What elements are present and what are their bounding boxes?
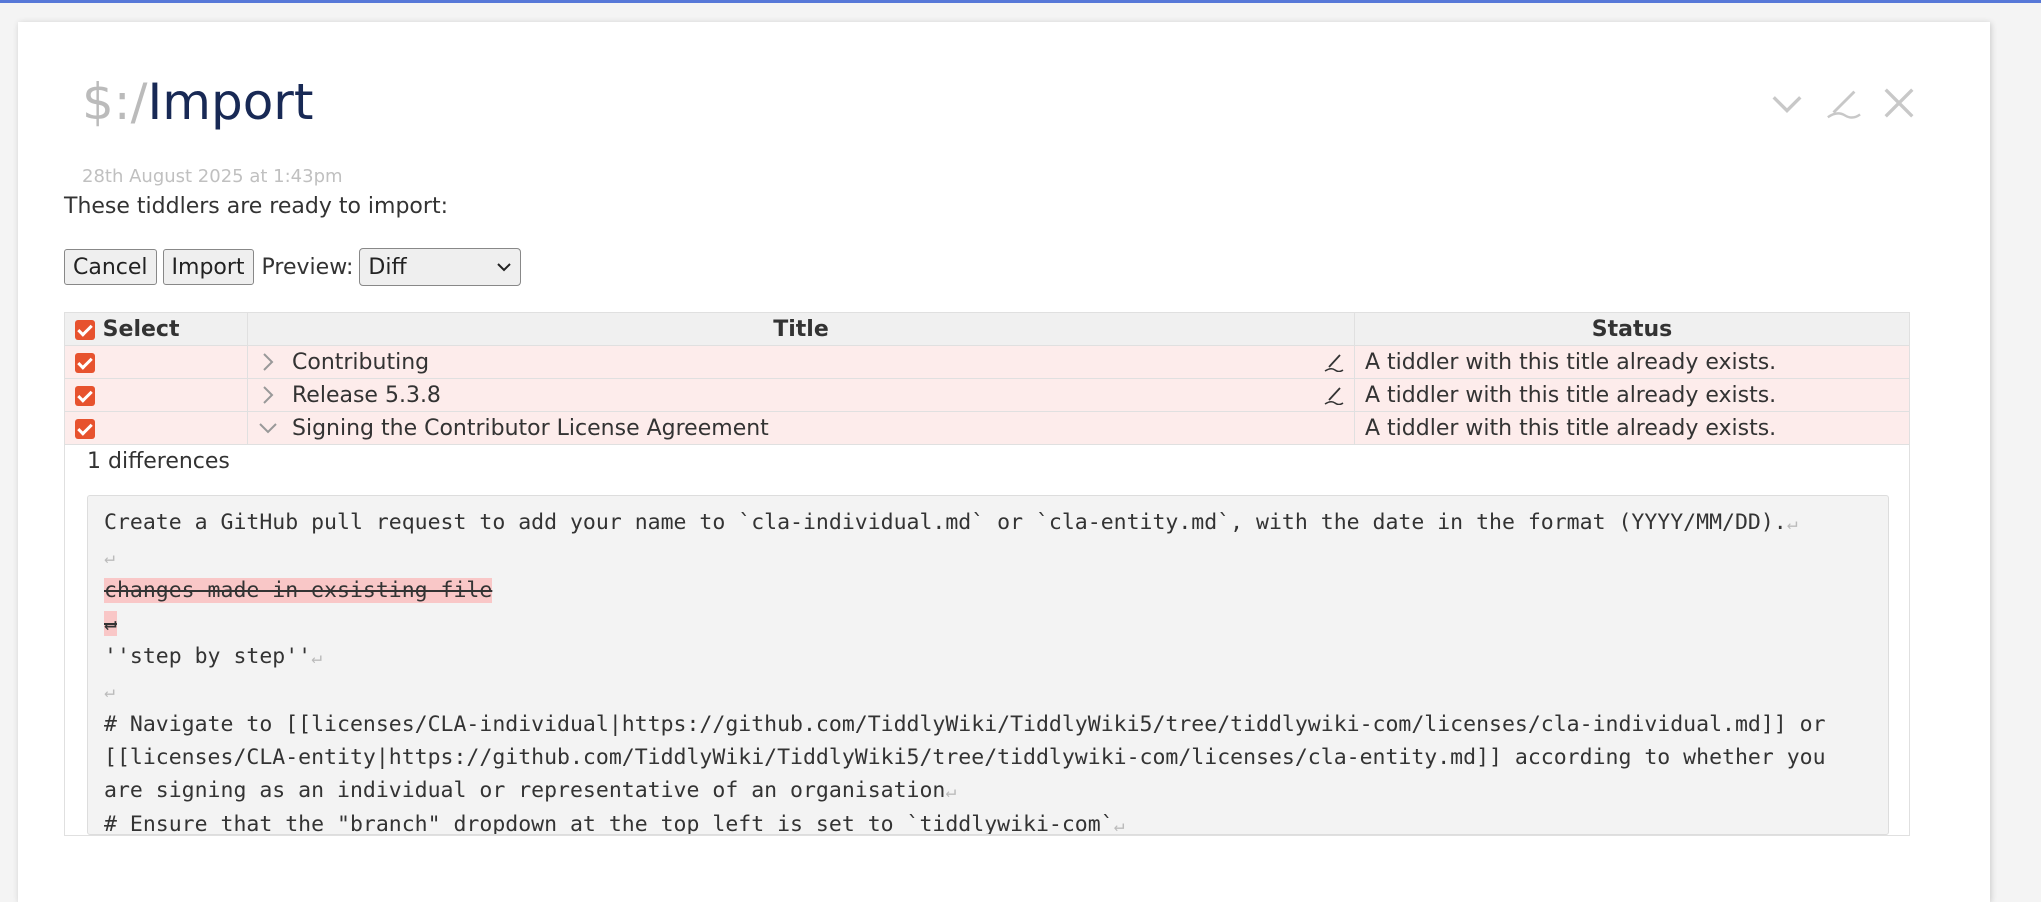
tiddler-subtitle: 28th August 2025 at 1:43pm: [82, 166, 343, 187]
diff-text: Create a GitHub pull request to add your…: [104, 510, 1787, 535]
diff-text: ''step by step'': [104, 644, 312, 669]
select-cell: [64, 345, 248, 379]
title-prefix: $:/: [82, 73, 148, 131]
status-cell: A tiddler with this title already exists…: [1354, 345, 1910, 379]
chevron-down-icon[interactable]: [258, 418, 278, 438]
select-header-label: Select: [102, 316, 180, 342]
close-button[interactable]: [1878, 82, 1920, 124]
status-header: Status: [1354, 312, 1910, 346]
return-icon: ↵: [1786, 513, 1798, 534]
select-cell: [64, 378, 248, 412]
import-button-row: Cancel Import Preview: Diff: [64, 248, 522, 286]
table-row: Release 5.3.8 A tiddler with this title …: [64, 378, 1910, 412]
chevron-down-icon: [1772, 96, 1802, 113]
status-cell: A tiddler with this title already exists…: [1354, 411, 1910, 445]
pencil-icon: [1827, 90, 1861, 119]
import-button[interactable]: Import: [162, 249, 254, 285]
preview-select[interactable]: Diff: [359, 248, 522, 286]
import-intro-text: These tiddlers are ready to import:: [64, 194, 448, 219]
row-checkbox[interactable]: [75, 418, 95, 439]
tiddler-title: $:/Import: [82, 72, 313, 132]
row-title: Signing the Contributor License Agreemen…: [292, 415, 769, 441]
pencil-icon[interactable]: [1324, 352, 1344, 372]
diff-row: 1 differences Create a GitHub pull reque…: [64, 444, 1910, 836]
diff-line-deleted: changes made in exsisting file: [104, 574, 1872, 607]
diff-line: ↵: [104, 540, 1872, 574]
diff-line-deleted: ↵: [104, 607, 1872, 640]
table-header-row: Select Title Status: [64, 312, 1910, 346]
cancel-button[interactable]: Cancel: [64, 249, 157, 285]
row-checkbox[interactable]: [75, 352, 95, 373]
select-header: Select: [64, 312, 248, 346]
row-title: Release 5.3.8: [292, 382, 441, 408]
edit-button[interactable]: [1822, 82, 1864, 124]
diff-line: ''step by step''↵: [104, 640, 1872, 674]
fold-button[interactable]: [1766, 82, 1808, 124]
top-accent-bar: [0, 0, 2041, 3]
preview-label: Preview:: [261, 254, 354, 280]
diff-line: Create a GitHub pull request to add your…: [104, 506, 1872, 540]
deleted-text: changes made in exsisting file: [104, 578, 493, 603]
title-cell: Signing the Contributor License Agreemen…: [247, 411, 1355, 445]
table-row: Signing the Contributor License Agreemen…: [64, 411, 1910, 445]
return-icon: ↵: [104, 547, 115, 568]
return-icon: ↵: [945, 781, 957, 802]
deleted-text: ↵: [104, 611, 117, 636]
import-table: Select Title Status Contributing A tiddl…: [64, 312, 1910, 836]
diff-cell: 1 differences Create a GitHub pull reque…: [64, 444, 1910, 836]
title-header: Title: [247, 312, 1355, 346]
preview-select-value: Diff: [368, 254, 407, 280]
diff-code-box: Create a GitHub pull request to add your…: [87, 495, 1889, 835]
chevron-down-icon: [497, 263, 512, 272]
title-cell: Contributing: [247, 345, 1355, 379]
diff-text: # Ensure that the "branch" dropdown at t…: [104, 812, 1114, 835]
return-icon: ↵: [1113, 815, 1125, 835]
diff-text: # Navigate to [[licenses/CLA-individual|…: [104, 712, 1826, 803]
tiddler-controls: [1766, 82, 1920, 124]
diff-line: # Ensure that the "branch" dropdown at t…: [104, 808, 1872, 835]
select-all-checkbox[interactable]: [75, 319, 95, 340]
row-checkbox[interactable]: [75, 385, 95, 406]
return-icon: ↵: [311, 647, 322, 668]
diff-line: # Navigate to [[licenses/CLA-individual|…: [104, 708, 1872, 808]
chevron-right-icon[interactable]: [258, 385, 278, 405]
row-title: Contributing: [292, 349, 430, 375]
diff-line: ↵: [104, 674, 1872, 708]
status-cell: A tiddler with this title already exists…: [1354, 378, 1910, 412]
diff-count: 1 differences: [87, 449, 230, 474]
chevron-right-icon[interactable]: [258, 352, 278, 372]
title-cell: Release 5.3.8: [247, 378, 1355, 412]
pencil-icon[interactable]: [1324, 385, 1344, 405]
table-row: Contributing A tiddler with this title a…: [64, 345, 1910, 379]
title-main: Import: [147, 73, 314, 131]
close-icon: [1884, 88, 1914, 118]
return-icon: ↵: [104, 681, 115, 702]
select-cell: [64, 411, 248, 445]
